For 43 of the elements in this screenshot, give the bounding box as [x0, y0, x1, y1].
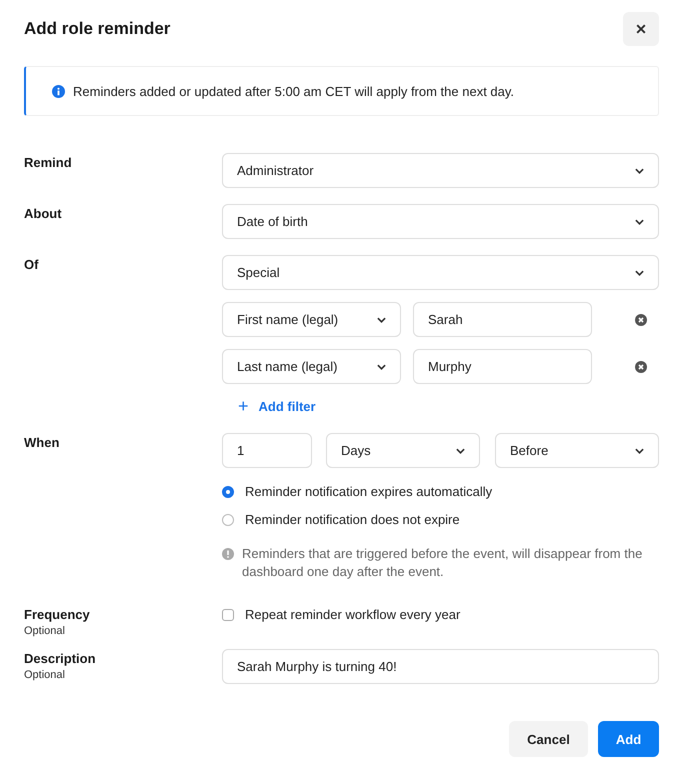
caret-icon [635, 448, 644, 454]
checkbox[interactable] [222, 608, 234, 620]
info-icon [52, 84, 65, 98]
option-label: Reminder notification expires automatically [245, 484, 492, 499]
info-icon [222, 548, 234, 560]
dialog-title: Add role reminder [24, 19, 170, 39]
optional-hint: Optional [24, 669, 66, 681]
filter-field-select[interactable]: First name (legal) [222, 302, 401, 337]
filter-value-field[interactable]: Sarah [413, 302, 592, 337]
remove-icon[interactable] [635, 314, 647, 326]
add-button[interactable]: Add [598, 721, 659, 757]
caret-icon [635, 218, 644, 224]
remind-select[interactable]: Administrator [222, 153, 659, 188]
field-label: When [24, 435, 60, 450]
relation-select[interactable]: Before [495, 433, 659, 468]
banner-text: Reminders added or updated after 5:00 am CET will apply from the next day. [73, 84, 514, 98]
caret-icon [635, 168, 644, 174]
about-select[interactable]: Date of birth [222, 204, 659, 239]
field-label: Frequency [24, 607, 91, 622]
radio-button[interactable] [222, 486, 234, 498]
description-field[interactable]: Sarah Murphy is turning 40! [222, 649, 659, 684]
optional-hint: Optional [24, 625, 66, 637]
field-label: Remind [24, 155, 73, 170]
field-label: Description [24, 651, 97, 666]
caret-icon [377, 364, 386, 370]
note-text: Reminders that are triggered before the event, will disappear from the dashboard one day after the event. [242, 545, 644, 581]
field-label: Of [24, 257, 40, 272]
filter-field-select[interactable]: Last name (legal) [222, 349, 401, 384]
caret-icon [456, 448, 465, 454]
remove-icon[interactable] [635, 360, 647, 372]
add-filter-link[interactable]: + Add filter [238, 396, 316, 417]
option-label: Reminder notification does not expire [245, 512, 460, 527]
close-button[interactable]: × [623, 12, 659, 46]
unit-select[interactable]: Days [326, 433, 480, 468]
filter-value-field[interactable]: Murphy [413, 349, 592, 384]
field-label: About [24, 206, 63, 221]
caret-icon [377, 316, 386, 322]
amount-field[interactable]: 1 [222, 433, 312, 468]
caret-icon [635, 270, 644, 276]
of-select[interactable]: Special [222, 255, 659, 290]
checkbox-label: Repeat reminder workflow every year [245, 607, 460, 622]
radio-button[interactable] [222, 514, 234, 526]
cancel-button[interactable]: Cancel [509, 721, 588, 757]
